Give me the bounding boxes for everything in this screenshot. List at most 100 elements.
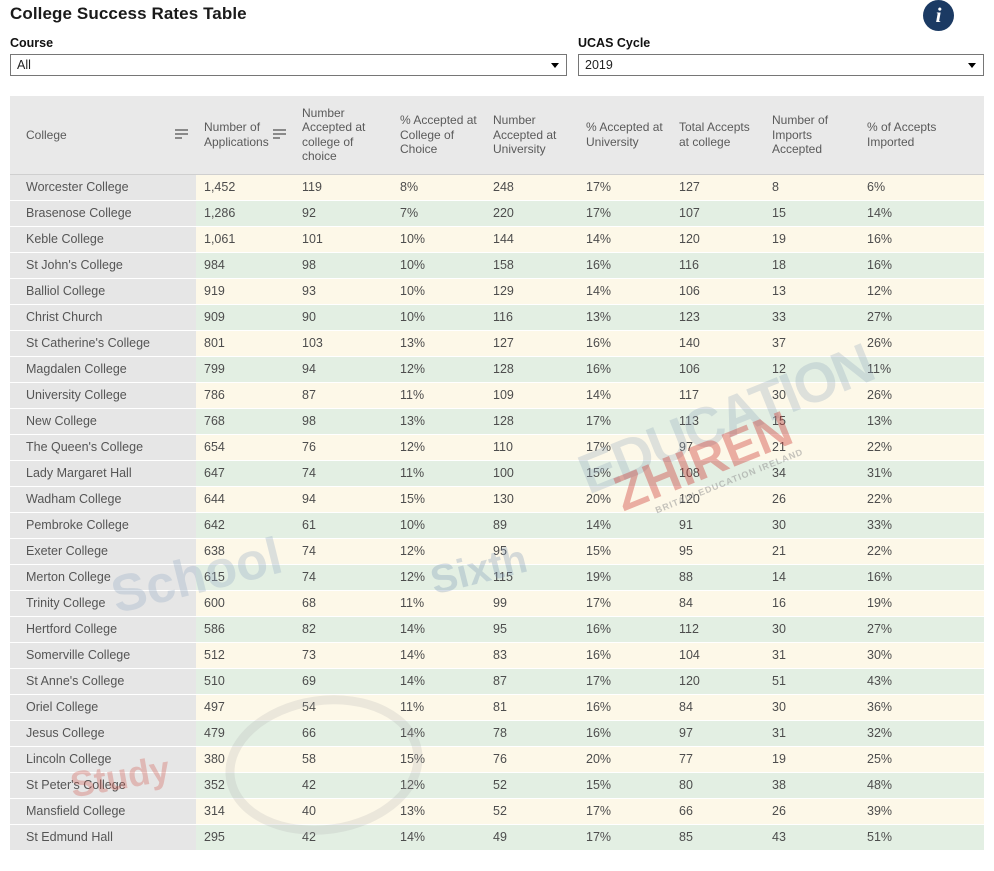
table-row[interactable]: New College7689813%12817%1131513% [10, 408, 984, 434]
table-cell: 15% [578, 460, 671, 486]
table-row[interactable]: St John's College9849810%15816%1161816% [10, 252, 984, 278]
course-select[interactable]: All [10, 54, 567, 76]
table-row[interactable]: Pembroke College6426110%8914%913033% [10, 512, 984, 538]
table-cell: 12% [392, 564, 485, 590]
table-cell: 52 [485, 772, 578, 798]
table-row[interactable]: Lincoln College3805815%7620%771925% [10, 746, 984, 772]
ucas-cycle-select-value: 2019 [585, 55, 613, 75]
table-cell: 30 [764, 616, 859, 642]
table-cell: 16% [578, 252, 671, 278]
table-row[interactable]: Merton College6157412%11519%881416% [10, 564, 984, 590]
table-cell: 11% [392, 460, 485, 486]
table-row[interactable]: Worcester College1,4521198%24817%12786% [10, 174, 984, 200]
chevron-down-icon [551, 63, 559, 68]
table-cell: 26% [859, 330, 984, 356]
table-row[interactable]: Wadham College6449415%13020%1202622% [10, 486, 984, 512]
table-cell: 51% [859, 824, 984, 850]
table-row[interactable]: Somerville College5127314%8316%1043130% [10, 642, 984, 668]
table-cell: 16% [578, 616, 671, 642]
sort-descending-icon[interactable] [175, 129, 188, 141]
table-cell: 98 [294, 408, 392, 434]
table-row[interactable]: Lady Margaret Hall6477411%10015%1083431% [10, 460, 984, 486]
table-cell: 48% [859, 772, 984, 798]
table-cell: 104 [671, 642, 764, 668]
table-row[interactable]: St Catherine's College80110313%12716%140… [10, 330, 984, 356]
table-cell: 17% [578, 434, 671, 460]
table-row[interactable]: Magdalen College7999412%12816%1061211% [10, 356, 984, 382]
table-cell: 19 [764, 226, 859, 252]
table-cell: 30 [764, 382, 859, 408]
table-row[interactable]: Oriel College4975411%8116%843036% [10, 694, 984, 720]
ucas-cycle-select[interactable]: 2019 [578, 54, 984, 76]
table-cell: 16% [578, 720, 671, 746]
cell-college-name: Pembroke College [10, 512, 196, 538]
table-cell: 81 [485, 694, 578, 720]
column-header-label: % Accepted at University [586, 120, 665, 149]
column-header-college[interactable]: College [10, 96, 196, 174]
table-cell: 100 [485, 460, 578, 486]
table-row[interactable]: University College7868711%10914%1173026% [10, 382, 984, 408]
table-cell: 26% [859, 382, 984, 408]
table-cell: 14% [392, 642, 485, 668]
table-cell: 15% [392, 486, 485, 512]
table-cell: 799 [196, 356, 294, 382]
table-row[interactable]: Balliol College9199310%12914%1061312% [10, 278, 984, 304]
table-cell: 11% [392, 382, 485, 408]
table-cell: 14% [392, 720, 485, 746]
table-row[interactable]: Hertford College5868214%9516%1123027% [10, 616, 984, 642]
table-cell: 7% [392, 200, 485, 226]
table-cell: 103 [294, 330, 392, 356]
table-cell: 112 [671, 616, 764, 642]
table-cell: 786 [196, 382, 294, 408]
table-cell: 510 [196, 668, 294, 694]
table-cell: 220 [485, 200, 578, 226]
table-cell: 10% [392, 226, 485, 252]
table-cell: 115 [485, 564, 578, 590]
column-header-of-accepts-imported: % of Accepts Imported [859, 96, 984, 174]
table-cell: 61 [294, 512, 392, 538]
column-header-accepted-at-college-of-choice: % Accepted at College of Choice [392, 96, 485, 174]
info-icon[interactable]: i [923, 0, 954, 31]
table-cell: 22% [859, 538, 984, 564]
table-row[interactable]: Trinity College6006811%9917%841619% [10, 590, 984, 616]
table-cell: 93 [294, 278, 392, 304]
table-row[interactable]: Mansfield College3144013%5217%662639% [10, 798, 984, 824]
table-cell: 16 [764, 590, 859, 616]
table-cell: 43% [859, 668, 984, 694]
table-cell: 80 [671, 772, 764, 798]
column-header-number-of-applications[interactable]: Number of Applications [196, 96, 294, 174]
table-cell: 295 [196, 824, 294, 850]
table-row[interactable]: The Queen's College6547612%11017%972122% [10, 434, 984, 460]
table-row[interactable]: St Peter's College3524212%5215%803848% [10, 772, 984, 798]
table-cell: 89 [485, 512, 578, 538]
table-row[interactable]: Brasenose College1,286927%22017%1071514% [10, 200, 984, 226]
table-cell: 12% [392, 356, 485, 382]
table-cell: 144 [485, 226, 578, 252]
table-cell: 15% [578, 772, 671, 798]
table-cell: 127 [671, 174, 764, 200]
table-row[interactable]: St Anne's College5106914%8717%1205143% [10, 668, 984, 694]
cell-college-name: St Catherine's College [10, 330, 196, 356]
sort-descending-icon[interactable] [273, 129, 286, 141]
table-cell: 6% [859, 174, 984, 200]
table-cell: 128 [485, 408, 578, 434]
table-cell: 106 [671, 356, 764, 382]
table-cell: 11% [392, 590, 485, 616]
table-cell: 352 [196, 772, 294, 798]
cell-college-name: Hertford College [10, 616, 196, 642]
table-cell: 20% [578, 746, 671, 772]
course-filter-label: Course [10, 36, 567, 50]
ucas-cycle-filter-label: UCAS Cycle [578, 36, 984, 50]
table-row[interactable]: Christ Church9099010%11613%1233327% [10, 304, 984, 330]
table-row[interactable]: Exeter College6387412%9515%952122% [10, 538, 984, 564]
table-row[interactable]: Jesus College4796614%7816%973132% [10, 720, 984, 746]
table-cell: 22% [859, 434, 984, 460]
table-cell: 51 [764, 668, 859, 694]
table-cell: 73 [294, 642, 392, 668]
table-cell: 97 [671, 720, 764, 746]
cell-college-name: Keble College [10, 226, 196, 252]
table-row[interactable]: Keble College1,06110110%14414%1201916% [10, 226, 984, 252]
table-cell: 14% [859, 200, 984, 226]
course-filter: Course All [10, 36, 567, 76]
table-row[interactable]: St Edmund Hall2954214%4917%854351% [10, 824, 984, 850]
